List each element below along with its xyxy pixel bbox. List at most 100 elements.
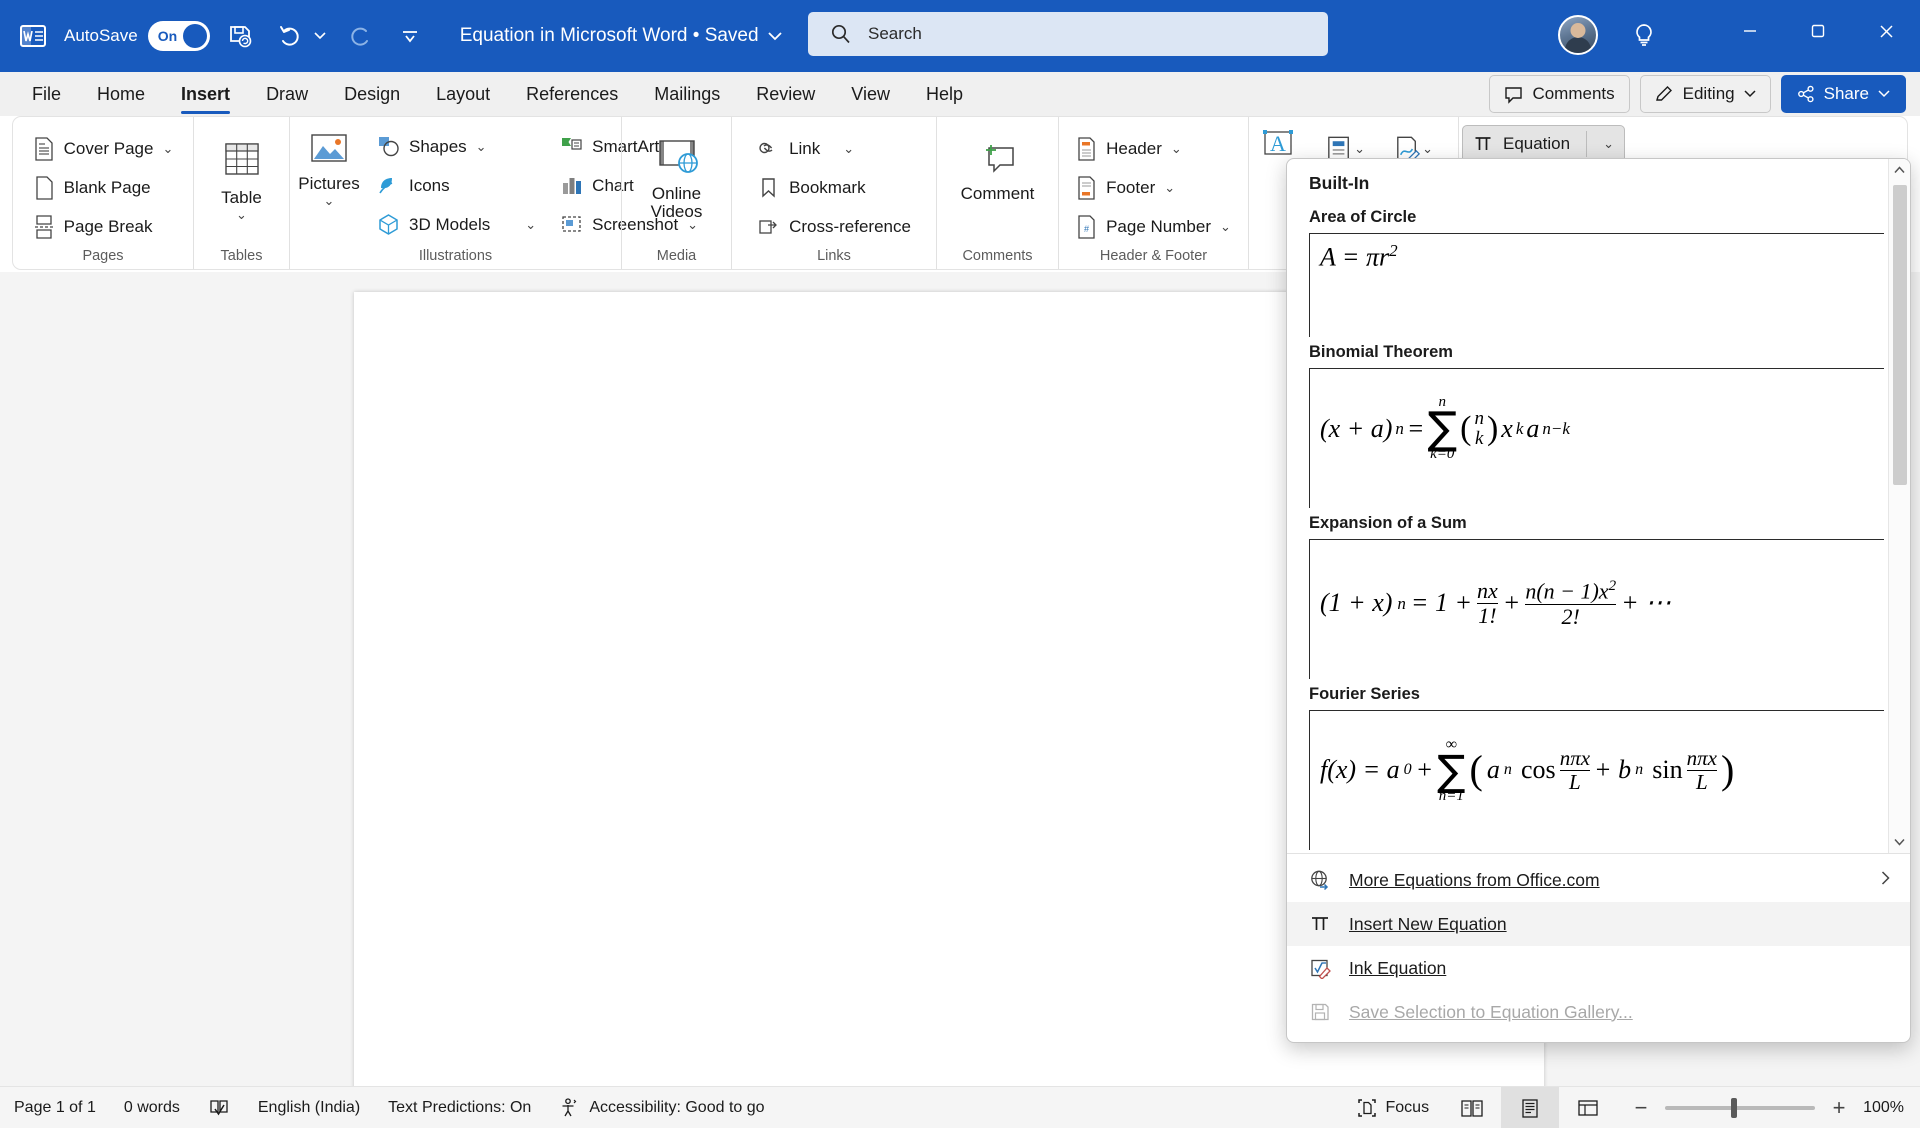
view-web-layout-button[interactable] xyxy=(1559,1087,1617,1128)
chevron-down-icon[interactable]: ⌄ xyxy=(162,141,173,157)
chevron-down-icon[interactable]: ⌄ xyxy=(1597,136,1620,152)
equation-preview-binomial-theorem[interactable]: (x + a)n = n ∑ k=0 ( nk ) xkan−k xyxy=(1309,368,1884,508)
maximize-button[interactable] xyxy=(1784,0,1852,62)
window-controls xyxy=(1716,0,1920,62)
tab-insert[interactable]: Insert xyxy=(163,72,248,116)
view-read-mode-button[interactable] xyxy=(1443,1087,1501,1128)
group-label-links: Links xyxy=(732,248,936,264)
status-focus[interactable]: Focus xyxy=(1342,1087,1444,1128)
equation-preview-expansion-of-a-sum[interactable]: (1 + x)n = 1 + nx 1! + n(n − 1)x2 2! + ⋯ xyxy=(1309,539,1884,679)
cross-reference-button[interactable]: Cross-reference xyxy=(748,207,920,246)
3d-models-icon xyxy=(377,213,400,236)
chevron-down-icon[interactable]: ⌄ xyxy=(324,193,335,209)
share-button[interactable]: Share xyxy=(1781,75,1906,113)
tab-layout[interactable]: Layout xyxy=(418,72,508,116)
status-language-label: English (India) xyxy=(258,1099,360,1117)
table-button[interactable]: Table ⌄ xyxy=(194,137,289,223)
footer-button[interactable]: Footer ⌄ xyxy=(1067,168,1240,207)
equation-preview-area-of-circle[interactable]: A = πr2 xyxy=(1309,233,1884,337)
icons-button[interactable]: Icons xyxy=(368,166,545,205)
chevron-right-icon xyxy=(1881,871,1890,890)
chevron-down-icon[interactable]: ⌄ xyxy=(843,141,854,157)
scroll-down-arrow-icon[interactable] xyxy=(1889,831,1911,853)
shapes-button[interactable]: Shapes ⌄ xyxy=(368,127,545,166)
status-word-count[interactable]: 0 words xyxy=(110,1087,194,1128)
minimize-button[interactable] xyxy=(1716,0,1784,62)
chevron-down-icon[interactable]: ⌄ xyxy=(236,207,247,223)
search-input[interactable]: Search xyxy=(808,12,1328,56)
editing-button[interactable]: Editing xyxy=(1640,75,1771,113)
status-proofing[interactable] xyxy=(194,1087,244,1128)
equation-menu-footer: More Equations from Office.com Insert Ne… xyxy=(1287,853,1910,1042)
tab-view[interactable]: View xyxy=(833,72,908,116)
page-number-button[interactable]: # Page Number ⌄ xyxy=(1067,207,1240,246)
view-print-layout-button[interactable] xyxy=(1501,1087,1559,1128)
tab-references[interactable]: References xyxy=(508,72,636,116)
avatar[interactable] xyxy=(1558,15,1598,55)
zoom-control: − + xyxy=(1617,1095,1863,1121)
zoom-slider-handle[interactable] xyxy=(1731,1098,1737,1118)
3d-models-button[interactable]: 3D Models ⌄ xyxy=(368,205,545,244)
tab-review[interactable]: Review xyxy=(738,72,833,116)
bookmark-icon xyxy=(757,176,780,199)
status-language[interactable]: English (India) xyxy=(244,1087,374,1128)
save-icon[interactable] xyxy=(220,16,260,56)
pictures-button[interactable]: Pictures ⌄ xyxy=(290,127,368,209)
online-videos-button[interactable]: Online Videos xyxy=(622,133,731,222)
quick-access-more-icon[interactable] xyxy=(390,16,430,56)
link-button[interactable]: Link ⌄ xyxy=(748,129,920,168)
document-title[interactable]: Equation in Microsoft Word • Saved xyxy=(460,25,782,47)
tab-file[interactable]: File xyxy=(14,72,79,116)
bookmark-button[interactable]: Bookmark xyxy=(748,168,920,207)
menu-item-save-selection-to-equation-gallery: Save Selection to Equation Gallery... xyxy=(1287,990,1910,1034)
page-break-icon xyxy=(33,215,55,239)
zoom-slider[interactable] xyxy=(1665,1106,1815,1110)
tab-home[interactable]: Home xyxy=(79,72,163,116)
menu-item-insert-new-equation[interactable]: Insert New Equation xyxy=(1287,902,1910,946)
chevron-down-icon[interactable]: ⌄ xyxy=(525,217,536,233)
redo-icon[interactable] xyxy=(340,16,380,56)
equation-preview-fourier-series[interactable]: f(x) = a0 + ∞ ∑ n=1 ( an cos nπx xyxy=(1309,710,1884,850)
zoom-level-label[interactable]: 100% xyxy=(1863,1099,1920,1117)
status-text-predictions[interactable]: Text Predictions: On xyxy=(374,1087,545,1128)
blank-page-button[interactable]: Blank Page xyxy=(24,168,183,207)
undo-dropdown-icon[interactable] xyxy=(310,16,330,56)
scroll-up-arrow-icon[interactable] xyxy=(1889,159,1911,181)
cover-page-button[interactable]: Cover Page ⌄ xyxy=(24,129,183,168)
save-icon xyxy=(1307,1001,1333,1023)
comment-button[interactable]: Comment xyxy=(937,137,1058,203)
close-button[interactable] xyxy=(1852,0,1920,62)
menu-item-ink-equation[interactable]: Ink Equation xyxy=(1287,946,1910,990)
status-accessibility[interactable]: Accessibility: Good to go xyxy=(545,1087,778,1128)
autosave-toggle[interactable]: On xyxy=(148,21,210,51)
shapes-icon xyxy=(377,135,400,158)
autosave-label: AutoSave xyxy=(64,26,138,46)
header-button[interactable]: Header ⌄ xyxy=(1067,129,1240,168)
chevron-down-icon xyxy=(1878,90,1890,98)
tab-draw[interactable]: Draw xyxy=(248,72,326,116)
word-window: AutoSave On xyxy=(0,0,1920,1128)
ideas-bulb-icon[interactable] xyxy=(1623,14,1665,56)
zoom-in-button[interactable]: + xyxy=(1829,1095,1849,1121)
status-accessibility-label: Accessibility: Good to go xyxy=(589,1099,764,1117)
chevron-down-icon[interactable]: ⌄ xyxy=(1164,180,1175,196)
comments-button[interactable]: Comments xyxy=(1489,75,1629,113)
tab-design[interactable]: Design xyxy=(326,72,418,116)
zoom-out-button[interactable]: − xyxy=(1631,1095,1651,1121)
chevron-down-icon[interactable]: ⌄ xyxy=(1354,141,1365,157)
tab-help[interactable]: Help xyxy=(908,72,981,116)
page-break-button[interactable]: Page Break xyxy=(24,207,183,246)
status-page-count[interactable]: Page 1 of 1 xyxy=(0,1087,110,1128)
chevron-down-icon[interactable]: ⌄ xyxy=(1171,141,1182,157)
bookmark-label: Bookmark xyxy=(789,178,866,198)
tab-mailings[interactable]: Mailings xyxy=(636,72,738,116)
scrollbar-thumb[interactable] xyxy=(1893,185,1907,485)
gallery-scrollbar[interactable] xyxy=(1888,159,1910,853)
chevron-down-icon[interactable]: ⌄ xyxy=(1220,219,1231,235)
chevron-down-icon[interactable]: ⌄ xyxy=(476,139,487,155)
undo-icon[interactable] xyxy=(270,16,310,56)
header-label: Header xyxy=(1106,139,1162,159)
menu-item-more-equations[interactable]: More Equations from Office.com xyxy=(1287,858,1910,902)
icons-icon xyxy=(377,174,400,197)
chevron-down-icon[interactable]: ⌄ xyxy=(1422,141,1433,157)
